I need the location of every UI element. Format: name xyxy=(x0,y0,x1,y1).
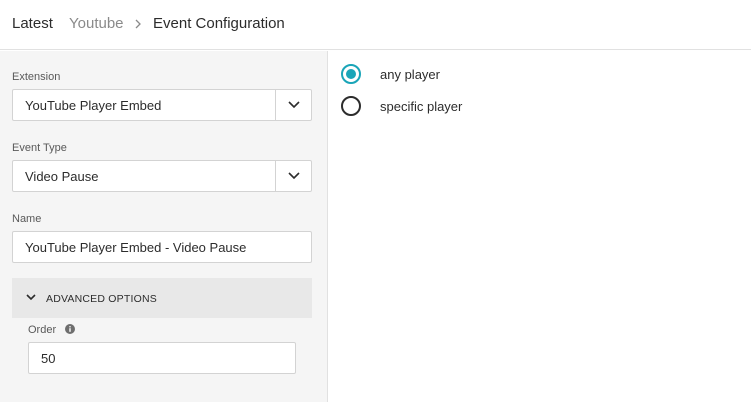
settings-panel: any player specific player xyxy=(329,51,751,402)
radio-any-player[interactable]: any player xyxy=(341,64,440,84)
name-label: Name xyxy=(12,213,42,225)
info-icon[interactable] xyxy=(65,324,75,334)
radio-specific-player[interactable]: specific player xyxy=(341,96,462,116)
chevron-right-icon xyxy=(135,19,141,29)
radio-any-player-label: any player xyxy=(380,66,440,82)
extension-select[interactable]: YouTube Player Embed xyxy=(12,89,312,121)
event-type-label: Event Type xyxy=(12,142,67,154)
chevron-down-icon xyxy=(26,294,36,301)
advanced-options-toggle[interactable]: ADVANCED OPTIONS xyxy=(12,278,312,318)
config-sidebar: Extension YouTube Player Embed Event Typ… xyxy=(0,51,328,402)
chevron-down-icon[interactable] xyxy=(287,170,301,182)
extension-select-value: YouTube Player Embed xyxy=(25,98,162,113)
select-divider xyxy=(275,90,276,120)
event-type-select-value: Video Pause xyxy=(25,169,99,184)
breadcrumb-latest[interactable]: Latest xyxy=(12,15,53,33)
breadcrumb-current: Event Configuration xyxy=(153,15,285,32)
breadcrumb-youtube[interactable]: Youtube xyxy=(69,15,124,33)
event-type-select[interactable]: Video Pause xyxy=(12,160,312,192)
name-field[interactable] xyxy=(13,232,311,262)
radio-button-checked[interactable] xyxy=(341,64,361,84)
name-field-wrapper xyxy=(12,231,312,263)
advanced-options-label: ADVANCED OPTIONS xyxy=(46,293,157,305)
order-field-wrapper xyxy=(28,342,296,374)
radio-specific-player-label: specific player xyxy=(380,98,463,114)
chevron-down-icon[interactable] xyxy=(287,99,301,111)
radio-button-unchecked[interactable] xyxy=(341,96,361,116)
extension-label: Extension xyxy=(12,71,61,83)
order-label: Order xyxy=(28,324,57,336)
header: Latest Youtube Event Configuration xyxy=(0,0,751,50)
select-divider xyxy=(275,161,276,191)
order-field[interactable] xyxy=(29,343,295,373)
